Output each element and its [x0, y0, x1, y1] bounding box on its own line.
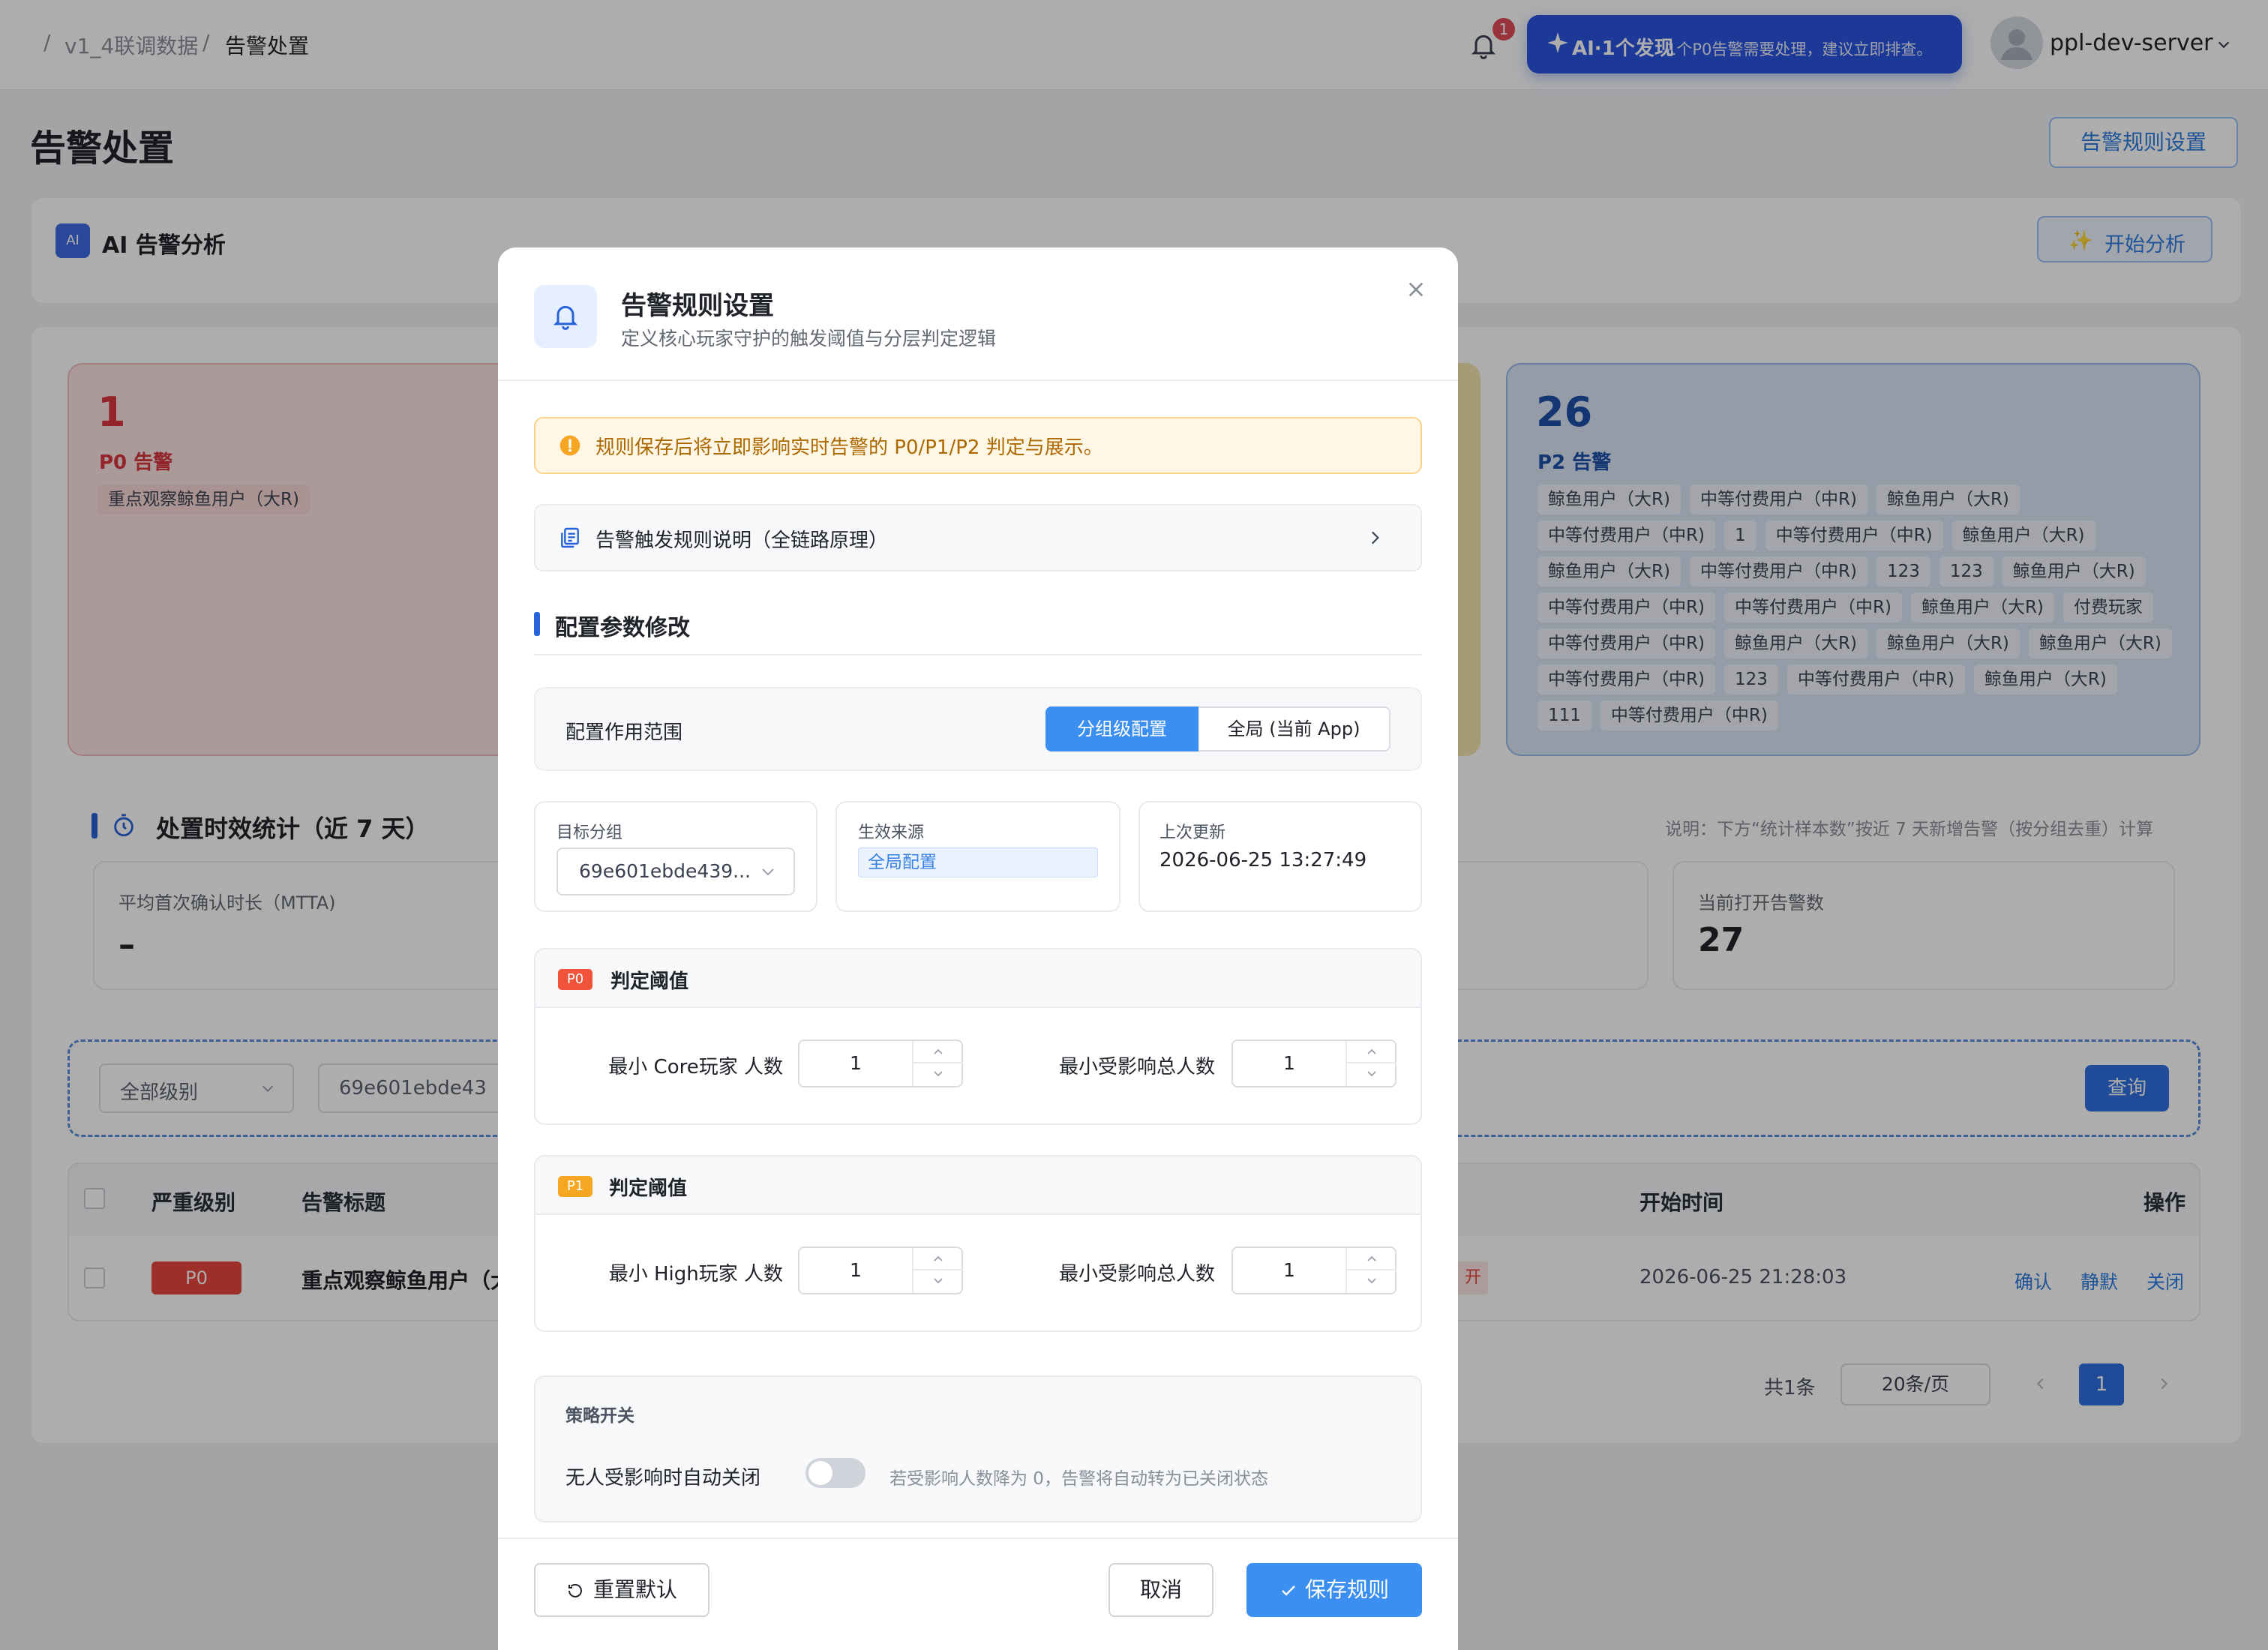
- scope-option-group[interactable]: 分组级配置: [1046, 706, 1198, 752]
- modal-header-divider: [498, 380, 1458, 381]
- updated-value: 2026-06-25 13:27:49: [1160, 849, 1367, 872]
- decrement-icon[interactable]: [1347, 1064, 1396, 1086]
- check-icon: [1280, 1582, 1298, 1600]
- source-tag: 全局配置: [858, 848, 1098, 878]
- target-group-value: 69e601ebde439...: [579, 860, 751, 882]
- reset-label: 重置默认: [592, 1577, 677, 1602]
- decrement-icon[interactable]: [914, 1064, 963, 1086]
- warning-text: 规则保存后将立即影响实时告警的 P0/P1/P2 判定与展示。: [596, 436, 1103, 459]
- p0-threshold-title: 判定阈值: [610, 970, 689, 993]
- save-rule-label: 保存规则: [1304, 1577, 1389, 1602]
- increment-icon[interactable]: [1347, 1248, 1396, 1270]
- modal-title: 告警规则设置: [621, 291, 774, 321]
- close-icon[interactable]: [1401, 274, 1431, 304]
- auto-close-label: 无人受影响时自动关闭: [566, 1467, 761, 1490]
- p1-min-high-label: 最小 High玩家 人数: [608, 1263, 783, 1286]
- chevron-right-icon: [1365, 528, 1384, 548]
- bell-icon: [550, 300, 580, 332]
- p1-min-total-value[interactable]: 1: [1233, 1248, 1346, 1293]
- auto-close-toggle[interactable]: [806, 1458, 866, 1488]
- scope-option-global[interactable]: 全局 (当前 App): [1198, 706, 1390, 752]
- p0-min-core-label: 最小 Core玩家 人数: [608, 1056, 783, 1078]
- increment-icon[interactable]: [914, 1248, 963, 1270]
- p1-badge: P1: [558, 1176, 592, 1197]
- p1-min-total-label: 最小受影响总人数: [1058, 1263, 1215, 1286]
- p1-min-high-value[interactable]: 1: [800, 1248, 912, 1293]
- reset-default-button[interactable]: 重置默认: [534, 1563, 710, 1617]
- modal-header-icon-box: [534, 285, 597, 348]
- p1-min-high-stepper[interactable]: 1: [798, 1246, 963, 1294]
- section-bar: [534, 612, 540, 636]
- increment-icon[interactable]: [1347, 1041, 1396, 1064]
- strategy-title: 策略开关: [566, 1406, 634, 1426]
- cancel-button[interactable]: 取消: [1108, 1563, 1214, 1617]
- increment-icon[interactable]: [914, 1041, 963, 1064]
- p0-min-total-label: 最小受影响总人数: [1058, 1056, 1215, 1078]
- p0-badge: P0: [558, 969, 592, 990]
- modal-subtitle: 定义核心玩家守护的触发阈值与分层判定逻辑: [621, 328, 997, 350]
- p0-min-total-stepper[interactable]: 1: [1232, 1040, 1396, 1088]
- chevron-down-icon: [759, 862, 777, 880]
- modal-footer-divider: [498, 1538, 1458, 1539]
- document-icon: [558, 525, 582, 550]
- strategy-panel: [534, 1376, 1422, 1522]
- decrement-icon[interactable]: [914, 1270, 963, 1293]
- p0-min-total-value[interactable]: 1: [1233, 1041, 1346, 1086]
- decrement-icon[interactable]: [1347, 1270, 1396, 1293]
- p0-min-core-value[interactable]: 1: [800, 1041, 912, 1086]
- warning-icon: [558, 434, 582, 458]
- rule-doc-text: 告警触发规则说明（全链路原理）: [596, 530, 889, 552]
- source-label: 生效来源: [858, 824, 925, 842]
- reset-icon: [566, 1582, 584, 1600]
- auto-close-description: 若受影响人数降为 0，告警将自动转为已关闭状态: [890, 1469, 1268, 1489]
- section-divider: [534, 654, 1422, 656]
- p1-threshold-title: 判定阈值: [609, 1178, 688, 1200]
- section-title: 配置参数修改: [555, 615, 690, 641]
- save-rule-button[interactable]: 保存规则: [1246, 1563, 1422, 1617]
- target-group-label: 目标分组: [556, 824, 623, 842]
- scope-label: 配置作用范围: [566, 722, 683, 744]
- toggle-knob: [808, 1461, 832, 1485]
- p0-min-core-stepper[interactable]: 1: [798, 1040, 963, 1088]
- p1-min-total-stepper[interactable]: 1: [1232, 1246, 1396, 1294]
- updated-label: 上次更新: [1160, 824, 1226, 842]
